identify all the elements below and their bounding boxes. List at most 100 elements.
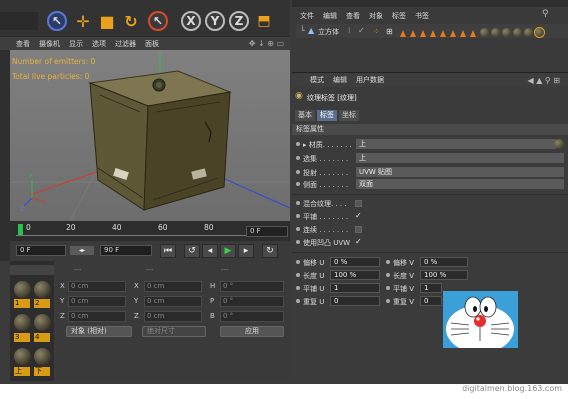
rot-h-field[interactable]: 0 ° [220, 281, 284, 292]
material-tag-icon[interactable] [524, 28, 533, 37]
texture-tag-icon[interactable] [400, 30, 406, 37]
texture-tag-icon[interactable] [450, 30, 456, 37]
enable-check-icon[interactable]: ✓ [358, 26, 365, 35]
anim-dot[interactable] [386, 299, 390, 303]
pos-x-field[interactable]: 0 cm [68, 281, 126, 292]
side-dropdown[interactable]: 双面 [356, 179, 564, 189]
menu-view[interactable]: 查看 [346, 11, 360, 21]
pos-z-field[interactable]: 0 cm [68, 311, 126, 322]
record-icon[interactable]: ↺ [184, 244, 200, 258]
go-start-icon[interactable]: ⏮ [160, 244, 176, 258]
size-x-field[interactable]: 0 cm [144, 281, 202, 292]
nav-arrows-icon[interactable]: ◀ ▲ ⚲ ⊞ [528, 76, 561, 85]
material-field[interactable]: 上 [356, 139, 556, 149]
menu-options[interactable]: 选项 [92, 39, 106, 49]
repeat-v-field[interactable]: 0 [420, 296, 442, 306]
texture-tag-icon[interactable] [460, 30, 466, 37]
apply-button[interactable]: 应用 [220, 326, 284, 337]
anim-dot[interactable] [296, 286, 300, 290]
pos-y-field[interactable]: 0 cm [68, 296, 126, 307]
texture-tag-icon[interactable] [440, 30, 446, 37]
anim-dot[interactable] [296, 299, 300, 303]
rot-b-field[interactable]: 0 ° [220, 311, 284, 322]
material-2[interactable] [34, 281, 51, 298]
anim-dot[interactable] [296, 170, 300, 174]
viewport-nav-icons[interactable]: ✥ ↓ ⊕ ▭ [249, 39, 284, 48]
seamless-checkbox[interactable] [355, 226, 362, 233]
object-name[interactable]: 立方体 [318, 27, 339, 37]
y-axis-button[interactable]: Y [205, 11, 225, 31]
coordinate-system-icon[interactable]: ⬒ [255, 12, 273, 30]
anim-dot[interactable] [386, 273, 390, 277]
menu-camera[interactable]: 摄像机 [39, 39, 60, 49]
selection-field[interactable]: 上 [356, 153, 564, 163]
menu-object[interactable]: 对象 [369, 11, 383, 21]
rot-p-field[interactable]: 0 ° [220, 296, 284, 307]
offset-u-field[interactable]: 0 % [330, 257, 380, 267]
size-mode-dropdown[interactable]: 绝对尺寸 [142, 326, 206, 337]
menu-file[interactable]: 文件 [300, 11, 314, 21]
texture-tag-icon[interactable] [430, 30, 436, 37]
menu-panel[interactable]: 面板 [145, 39, 159, 49]
material-bottom[interactable] [34, 348, 51, 365]
anim-dot[interactable] [296, 182, 300, 186]
menu-filter[interactable]: 过滤器 [115, 39, 136, 49]
coord-mode-dropdown[interactable]: 对象 (相对) [66, 326, 132, 337]
material-1[interactable] [14, 281, 31, 298]
material-menu-bar[interactable] [10, 265, 54, 275]
frame-field[interactable]: 0 F [246, 226, 288, 237]
bump-uvw-checkbox[interactable]: ✓ [355, 238, 363, 246]
menu-tag[interactable]: 标签 [392, 11, 406, 21]
material-tag-icon[interactable] [480, 28, 489, 37]
tab-coordinates[interactable]: 坐标 [339, 110, 359, 121]
length-v-field[interactable]: 100 % [420, 270, 468, 280]
anim-dot[interactable] [296, 214, 300, 218]
material-tag-icon[interactable] [491, 28, 500, 37]
material-3[interactable] [14, 314, 31, 331]
x-axis-button[interactable]: X [181, 11, 201, 31]
repeat-u-field[interactable]: 0 [330, 296, 380, 306]
material-preview-icon[interactable] [554, 139, 564, 149]
menu-display[interactable]: 显示 [69, 39, 83, 49]
anim-dot[interactable] [296, 142, 300, 146]
material-tag-selected-icon[interactable] [534, 27, 545, 38]
tiles-v-field[interactable]: 1 [420, 283, 442, 293]
select-arrow-icon[interactable]: ↖ [47, 11, 67, 31]
timeline-ruler[interactable]: 0 20 40 60 80 0 F [10, 221, 290, 241]
anim-dot[interactable] [386, 260, 390, 264]
live-select-icon[interactable]: ↖ [148, 11, 168, 31]
phong-tag-icon[interactable]: ⊞ [386, 27, 393, 36]
tab-basic[interactable]: 基本 [295, 110, 315, 121]
play-icon[interactable]: ▶ [220, 244, 236, 258]
anim-dot[interactable] [296, 201, 300, 205]
menu-mode[interactable]: 模式 [310, 75, 324, 85]
menu-view[interactable]: 查看 [16, 39, 30, 49]
loop-icon[interactable]: ↻ [262, 244, 278, 258]
material-tag-icon[interactable] [502, 28, 511, 37]
texture-tag-icon[interactable] [420, 30, 426, 37]
texture-tag-icon[interactable] [410, 30, 416, 37]
frame-spinner[interactable]: ◂▸ [70, 246, 94, 255]
ruler[interactable]: 0 20 40 60 80 [16, 221, 246, 241]
undo-group[interactable] [0, 12, 38, 30]
scale-icon[interactable]: ■ [98, 12, 116, 31]
material-top[interactable] [14, 348, 31, 365]
material-tag-icon[interactable] [513, 28, 522, 37]
tiles-u-field[interactable]: 1 [330, 283, 380, 293]
move-icon[interactable]: ✛ [74, 12, 92, 31]
tab-tag[interactable]: 标签 [317, 110, 337, 121]
menu-edit[interactable]: 编辑 [333, 75, 347, 85]
offset-v-field[interactable]: 0 % [420, 257, 468, 267]
mix-textures-checkbox[interactable] [355, 200, 362, 207]
rotate-icon[interactable]: ↻ [122, 12, 140, 31]
anim-dot[interactable] [296, 273, 300, 277]
anim-dot[interactable] [386, 286, 390, 290]
menu-edit[interactable]: 编辑 [323, 11, 337, 21]
size-z-field[interactable]: 0 cm [144, 311, 202, 322]
menu-bookmark[interactable]: 书签 [415, 11, 429, 21]
current-frame-field[interactable]: 0 F [16, 245, 66, 256]
step-forward-icon[interactable]: ▸ [238, 244, 254, 258]
step-back-icon[interactable]: ◂ [202, 244, 218, 258]
anim-dot[interactable] [296, 156, 300, 160]
anim-dot[interactable] [296, 227, 300, 231]
